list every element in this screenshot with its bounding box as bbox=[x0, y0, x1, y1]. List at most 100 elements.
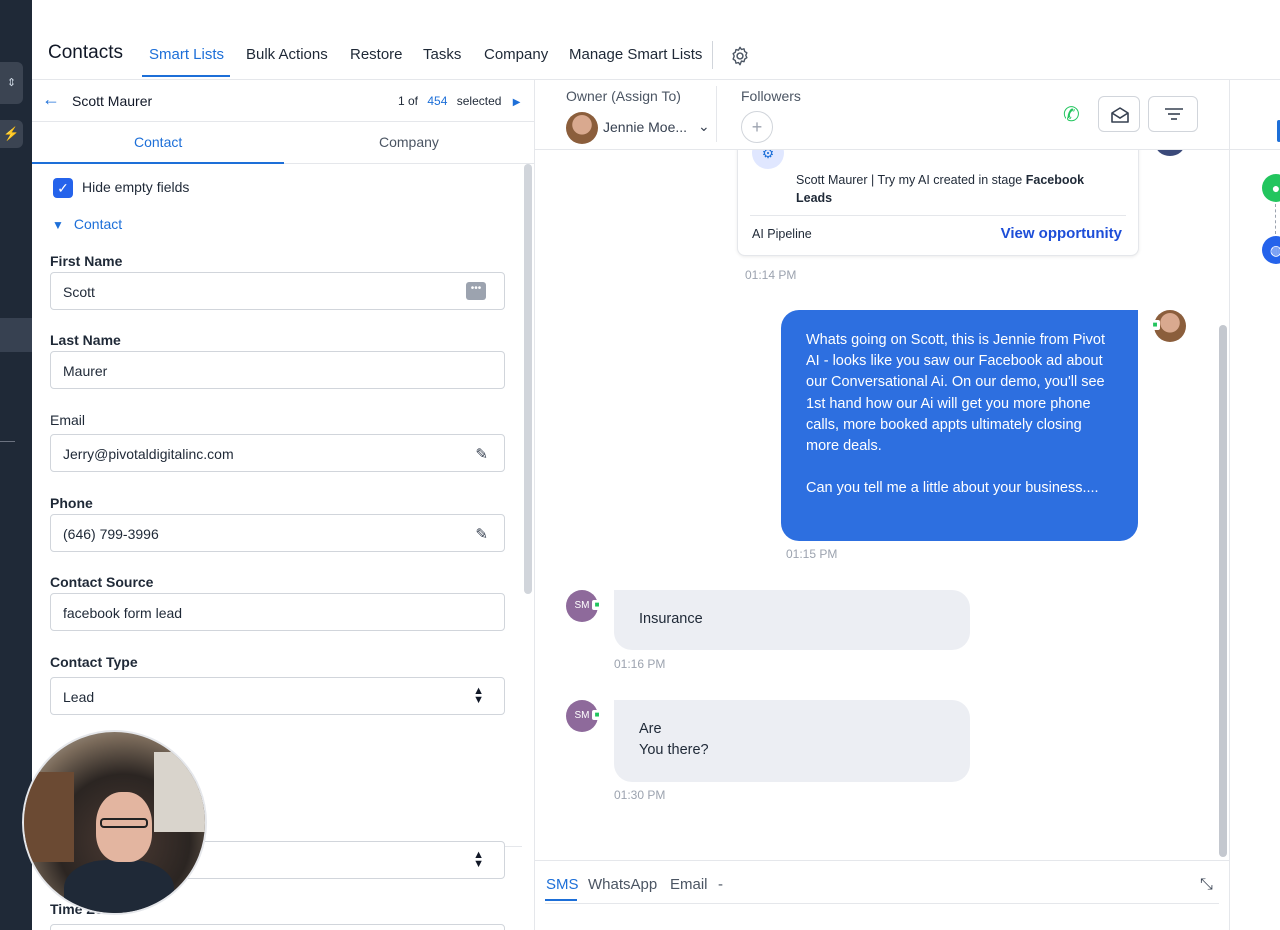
contact-avatar: SM ■ bbox=[566, 590, 602, 622]
bolt-icon[interactable]: ⚡ bbox=[0, 120, 23, 148]
user-icon[interactable]: ● bbox=[1262, 174, 1280, 202]
email-field[interactable]: Jerry@pivotaldigitalinc.com ✎ bbox=[50, 434, 505, 472]
time-zone-field[interactable] bbox=[50, 924, 505, 930]
select-arrows-icon: ▲ ▼ bbox=[473, 849, 484, 870]
avatar-initials: SM bbox=[574, 600, 590, 611]
opportunity-description: Scott Maurer | Try my AI created in stag… bbox=[796, 173, 1026, 187]
timeline-connector bbox=[1275, 204, 1276, 234]
sms-channel-icon: ■ bbox=[1150, 320, 1160, 330]
composer-divider bbox=[545, 903, 1219, 904]
next-record-icon[interactable]: ▶ bbox=[513, 97, 521, 108]
add-follower-button[interactable]: + bbox=[741, 111, 773, 143]
more-options-icon[interactable]: ••• bbox=[466, 282, 486, 300]
tab-tasks[interactable]: Tasks bbox=[423, 46, 461, 63]
composer-tab-more[interactable]: - bbox=[718, 876, 723, 893]
last-name-value: Maurer bbox=[63, 363, 108, 379]
message-composer: SMS WhatsApp Email - ⤡ bbox=[535, 860, 1229, 930]
pipeline-name: AI Pipeline bbox=[752, 227, 812, 241]
pencil-icon[interactable]: ✎ bbox=[475, 525, 488, 543]
tab-restore[interactable]: Restore bbox=[350, 46, 403, 63]
chevron-down-icon: ▼ bbox=[52, 218, 64, 232]
contact-source-label: Contact Source bbox=[50, 574, 154, 590]
followers-label: Followers bbox=[741, 88, 801, 104]
view-opportunity-link[interactable]: View opportunity bbox=[1001, 225, 1122, 242]
detail-tabs: Contact Company bbox=[32, 122, 535, 164]
phone-field[interactable]: (646) 799-3996 ✎ bbox=[50, 514, 505, 552]
tab-smart-lists[interactable]: Smart Lists bbox=[149, 46, 224, 63]
inbound-message: Are You there? bbox=[614, 700, 970, 782]
envelope-icon bbox=[1111, 107, 1129, 123]
phone-icon[interactable]: ✆ bbox=[1063, 102, 1080, 127]
pager-total-link[interactable]: 454 bbox=[427, 94, 447, 108]
composer-tab-email[interactable]: Email bbox=[670, 876, 708, 893]
sidebar-divider bbox=[0, 441, 15, 442]
message-time: 01:16 PM bbox=[614, 657, 666, 671]
last-name-label: Last Name bbox=[50, 332, 121, 348]
filter-button[interactable] bbox=[1148, 96, 1198, 132]
owner-select[interactable]: Jennie Moe... bbox=[603, 119, 687, 135]
phone-label: Phone bbox=[50, 495, 93, 511]
top-navigation: Contacts Smart Lists Bulk Actions Restor… bbox=[32, 0, 1280, 80]
right-activity-strip: ● ◍ bbox=[1229, 80, 1280, 930]
tab-active-underline bbox=[142, 75, 230, 77]
video-person-glasses bbox=[100, 818, 148, 828]
user-avatar bbox=[1155, 150, 1185, 156]
tab-manage-smart-lists[interactable]: Manage Smart Lists bbox=[569, 46, 702, 63]
account-switcher-icon[interactable]: ⇕ bbox=[0, 62, 23, 104]
strip-divider bbox=[1230, 149, 1280, 150]
sms-channel-icon: ■ bbox=[592, 710, 602, 720]
back-arrow-icon[interactable]: ← bbox=[42, 89, 60, 110]
pager-prefix: 1 of bbox=[398, 94, 419, 108]
webcam-overlay bbox=[22, 730, 207, 915]
select-arrows-icon: ▲ ▼ bbox=[473, 685, 484, 706]
contact-avatar: SM ■ bbox=[566, 700, 602, 732]
thread-scrollbar[interactable] bbox=[1219, 325, 1227, 857]
first-name-value: Scott bbox=[63, 284, 95, 300]
hide-empty-label: Hide empty fields bbox=[82, 179, 190, 195]
globe-icon[interactable]: ◍ bbox=[1262, 236, 1280, 264]
gear-icon[interactable] bbox=[729, 45, 751, 67]
opportunity-card: ⚙ Scott Maurer | Try my AI created in st… bbox=[737, 150, 1139, 256]
pipeline-icon: ⚙ bbox=[752, 150, 784, 169]
card-divider bbox=[750, 215, 1126, 216]
composer-tab-underline bbox=[545, 899, 577, 901]
outbound-message: Whats going on Scott, this is Jennie fro… bbox=[781, 310, 1138, 541]
first-name-label: First Name bbox=[50, 253, 123, 269]
composer-tab-sms[interactable]: SMS bbox=[546, 876, 579, 893]
sender-avatar: ■ bbox=[1150, 310, 1186, 342]
inbound-message: Insurance bbox=[614, 590, 970, 650]
contact-type-select[interactable]: Lead ▲ ▼ bbox=[50, 677, 505, 715]
contact-header: ← Scott Maurer 1 of 454 selected ▶ bbox=[32, 80, 535, 122]
conversation-thread: ⚙ Scott Maurer | Try my AI created in st… bbox=[535, 150, 1216, 860]
email-button[interactable] bbox=[1098, 96, 1140, 132]
tab-company-detail[interactable]: Company bbox=[379, 134, 439, 150]
message-time: 01:15 PM bbox=[786, 547, 838, 561]
section-label: Contact bbox=[73, 216, 123, 232]
collapse-icon[interactable]: ⤡ bbox=[1200, 876, 1213, 894]
phone-value: (646) 799-3996 bbox=[63, 526, 159, 542]
hide-empty-checkbox[interactable]: ✓ bbox=[53, 178, 73, 198]
contact-source-field[interactable]: facebook form lead bbox=[50, 593, 505, 631]
section-contact-toggle[interactable]: ▼ Contact bbox=[52, 216, 122, 232]
composer-tab-whatsapp[interactable]: WhatsApp bbox=[588, 876, 657, 893]
last-name-field[interactable]: Maurer bbox=[50, 351, 505, 389]
nav-divider bbox=[712, 41, 713, 69]
chevron-down-icon[interactable]: ⌄ bbox=[698, 118, 710, 135]
video-background-shelf bbox=[24, 772, 74, 862]
contact-type-label: Contact Type bbox=[50, 654, 138, 670]
tab-company[interactable]: Company bbox=[484, 46, 548, 63]
form-scrollbar[interactable] bbox=[524, 164, 532, 594]
avatar-initials: SM bbox=[574, 710, 590, 721]
first-name-field[interactable]: Scott ••• bbox=[50, 272, 505, 310]
contact-source-value: facebook form lead bbox=[63, 605, 183, 621]
page-title: Contacts bbox=[48, 42, 123, 63]
contact-type-value: Lead bbox=[63, 689, 95, 705]
sms-channel-icon: ■ bbox=[592, 600, 602, 610]
tab-bulk-actions[interactable]: Bulk Actions bbox=[246, 46, 328, 63]
sidebar-active-item[interactable] bbox=[0, 318, 32, 352]
contact-name: Scott Maurer bbox=[72, 93, 153, 109]
owner-label: Owner (Assign To) bbox=[566, 88, 681, 104]
tab-contact[interactable]: Contact bbox=[134, 134, 182, 150]
conversation-header: Owner (Assign To) Jennie Moe... ⌄ Follow… bbox=[535, 80, 1229, 150]
pencil-icon[interactable]: ✎ bbox=[475, 445, 488, 463]
